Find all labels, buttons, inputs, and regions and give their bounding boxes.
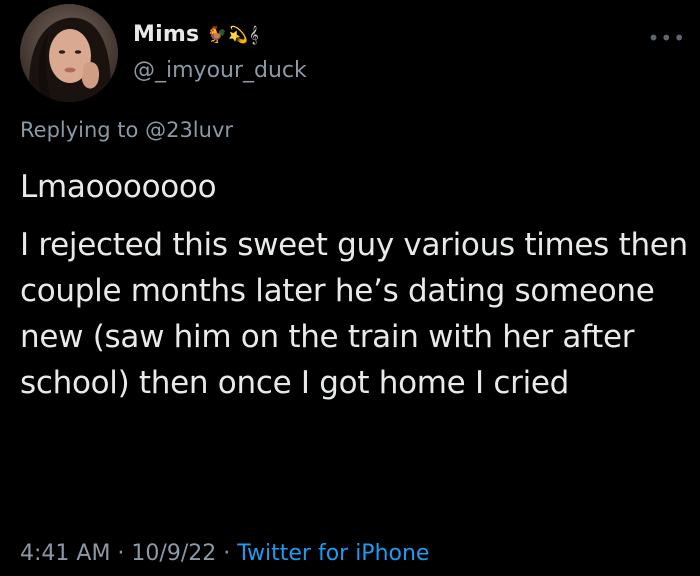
meta-separator: ·: [216, 541, 238, 566]
avatar[interactable]: [20, 4, 118, 102]
name-emoji-icons: 🐓💫𝄞: [207, 24, 260, 44]
tweet-metadata: 4:41 AM · 10/9/22 · Twitter for iPhone: [20, 541, 429, 566]
meta-separator: ·: [110, 541, 132, 566]
more-options-icon[interactable]: •••: [648, 26, 686, 50]
tweet-text: Lmaooooooo I rejected this sweet guy var…: [20, 164, 696, 406]
display-name[interactable]: Mims: [133, 22, 199, 47]
avatar-image: [20, 4, 118, 102]
replying-to-prefix: Replying to: [20, 118, 146, 142]
tweet-date[interactable]: 10/9/22: [131, 541, 216, 566]
tweet-card: Mims 🐓💫𝄞 @_imyour_duck ••• Replying to @…: [0, 0, 700, 576]
tweet-text-body: I rejected this sweet guy various times …: [20, 227, 688, 401]
replying-to-mention[interactable]: @23luvr: [145, 118, 233, 142]
tweet-text-line1: Lmaooooooo: [20, 169, 217, 205]
tweet-source-link[interactable]: Twitter for iPhone: [237, 541, 429, 566]
replying-to: Replying to @23luvr: [20, 118, 233, 142]
tweet-time[interactable]: 4:41 AM: [20, 541, 110, 566]
user-handle[interactable]: @_imyour_duck: [133, 58, 307, 83]
user-name-row: Mims 🐓💫𝄞: [133, 22, 260, 47]
